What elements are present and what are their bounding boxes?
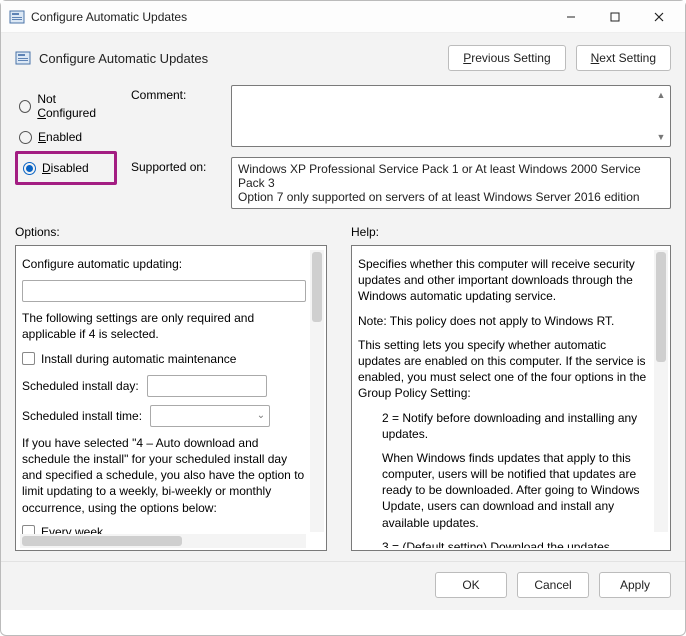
help-vscrollbar[interactable]: [654, 250, 668, 532]
help-opt2-desc: When Windows finds updates that apply to…: [358, 450, 650, 531]
panels: Configure automatic updating: The follow…: [1, 245, 685, 561]
checkbox-label: Install during automatic maintenance: [41, 351, 236, 367]
help-p1: Specifies whether this computer will rec…: [358, 256, 650, 305]
scroll-up-icon[interactable]: ▲: [654, 88, 668, 102]
scrollbar-thumb[interactable]: [656, 252, 666, 362]
radio-enabled[interactable]: Enabled: [15, 125, 117, 149]
comment-label: Comment:: [131, 85, 221, 147]
radio-label: Enabled: [38, 130, 82, 144]
highlight-box: Disabled: [15, 151, 117, 185]
next-setting-button[interactable]: Next Setting: [576, 45, 671, 71]
radio-icon: [19, 100, 31, 113]
help-panel: Specifies whether this computer will rec…: [351, 245, 671, 551]
minimize-button[interactable]: [549, 2, 593, 32]
state-radios: Not Configured Enabled Disabled: [15, 85, 117, 209]
button-bar: OK Cancel Apply: [1, 561, 685, 610]
maximize-button[interactable]: [593, 2, 637, 32]
titlebar: Configure Automatic Updates: [1, 1, 685, 33]
policy-state-section: Not Configured Enabled Disabled Comment:…: [1, 77, 685, 219]
options-vscrollbar[interactable]: [310, 250, 324, 532]
supported-label: Supported on:: [131, 157, 221, 209]
window-title: Configure Automatic Updates: [31, 10, 549, 24]
options-hscrollbar[interactable]: [20, 534, 306, 548]
sched-day-combo[interactable]: [147, 375, 267, 397]
options-sched-paragraph: If you have selected "4 – Auto download …: [22, 435, 306, 516]
radio-icon: [19, 131, 32, 144]
sched-time-combo[interactable]: ⌄: [150, 405, 270, 427]
close-button[interactable]: [637, 2, 681, 32]
chevron-down-icon: ⌄: [257, 409, 265, 423]
help-p2: Note: This policy does not apply to Wind…: [358, 313, 650, 329]
radio-label: Not Configured: [37, 92, 113, 120]
radio-label: Disabled: [42, 161, 89, 175]
options-note: The following settings are only required…: [22, 310, 306, 342]
scrollbar-thumb[interactable]: [22, 536, 182, 546]
supported-text: Windows XP Professional Service Pack 1 o…: [231, 157, 671, 209]
header: Configure Automatic Updates Previous Set…: [1, 33, 685, 77]
previous-setting-button[interactable]: Previous Setting: [448, 45, 565, 71]
sched-day-label: Scheduled install day:: [22, 378, 139, 394]
section-labels: Options: Help:: [1, 219, 685, 245]
window-controls: [549, 2, 681, 32]
options-panel: Configure automatic updating: The follow…: [15, 245, 327, 551]
policy-icon: [15, 50, 31, 66]
scrollbar-thumb[interactable]: [312, 252, 322, 322]
ok-button[interactable]: OK: [435, 572, 507, 598]
radio-icon: [23, 162, 36, 175]
apply-button[interactable]: Apply: [599, 572, 671, 598]
cancel-button[interactable]: Cancel: [517, 572, 589, 598]
configure-updating-combo[interactable]: [22, 280, 306, 302]
options-label: Options:: [15, 225, 327, 239]
help-p3: This setting lets you specify whether au…: [358, 337, 650, 402]
comment-textarea[interactable]: ▲ ▼: [231, 85, 671, 147]
options-title: Configure automatic updating:: [22, 256, 306, 272]
help-opt3: 3 = (Default setting) Download the updat…: [358, 539, 650, 548]
radio-disabled[interactable]: Disabled: [19, 156, 113, 180]
help-label: Help:: [351, 225, 671, 239]
radio-not-configured[interactable]: Not Configured: [15, 87, 117, 125]
policy-icon: [9, 9, 25, 25]
checkbox-install-maintenance[interactable]: Install during automatic maintenance: [22, 351, 306, 367]
sched-time-label: Scheduled install time:: [22, 408, 142, 424]
header-title: Configure Automatic Updates: [39, 51, 448, 66]
help-opt2: 2 = Notify before downloading and instal…: [358, 410, 650, 442]
scroll-down-icon[interactable]: ▼: [654, 130, 668, 144]
checkbox-icon: [22, 352, 35, 365]
